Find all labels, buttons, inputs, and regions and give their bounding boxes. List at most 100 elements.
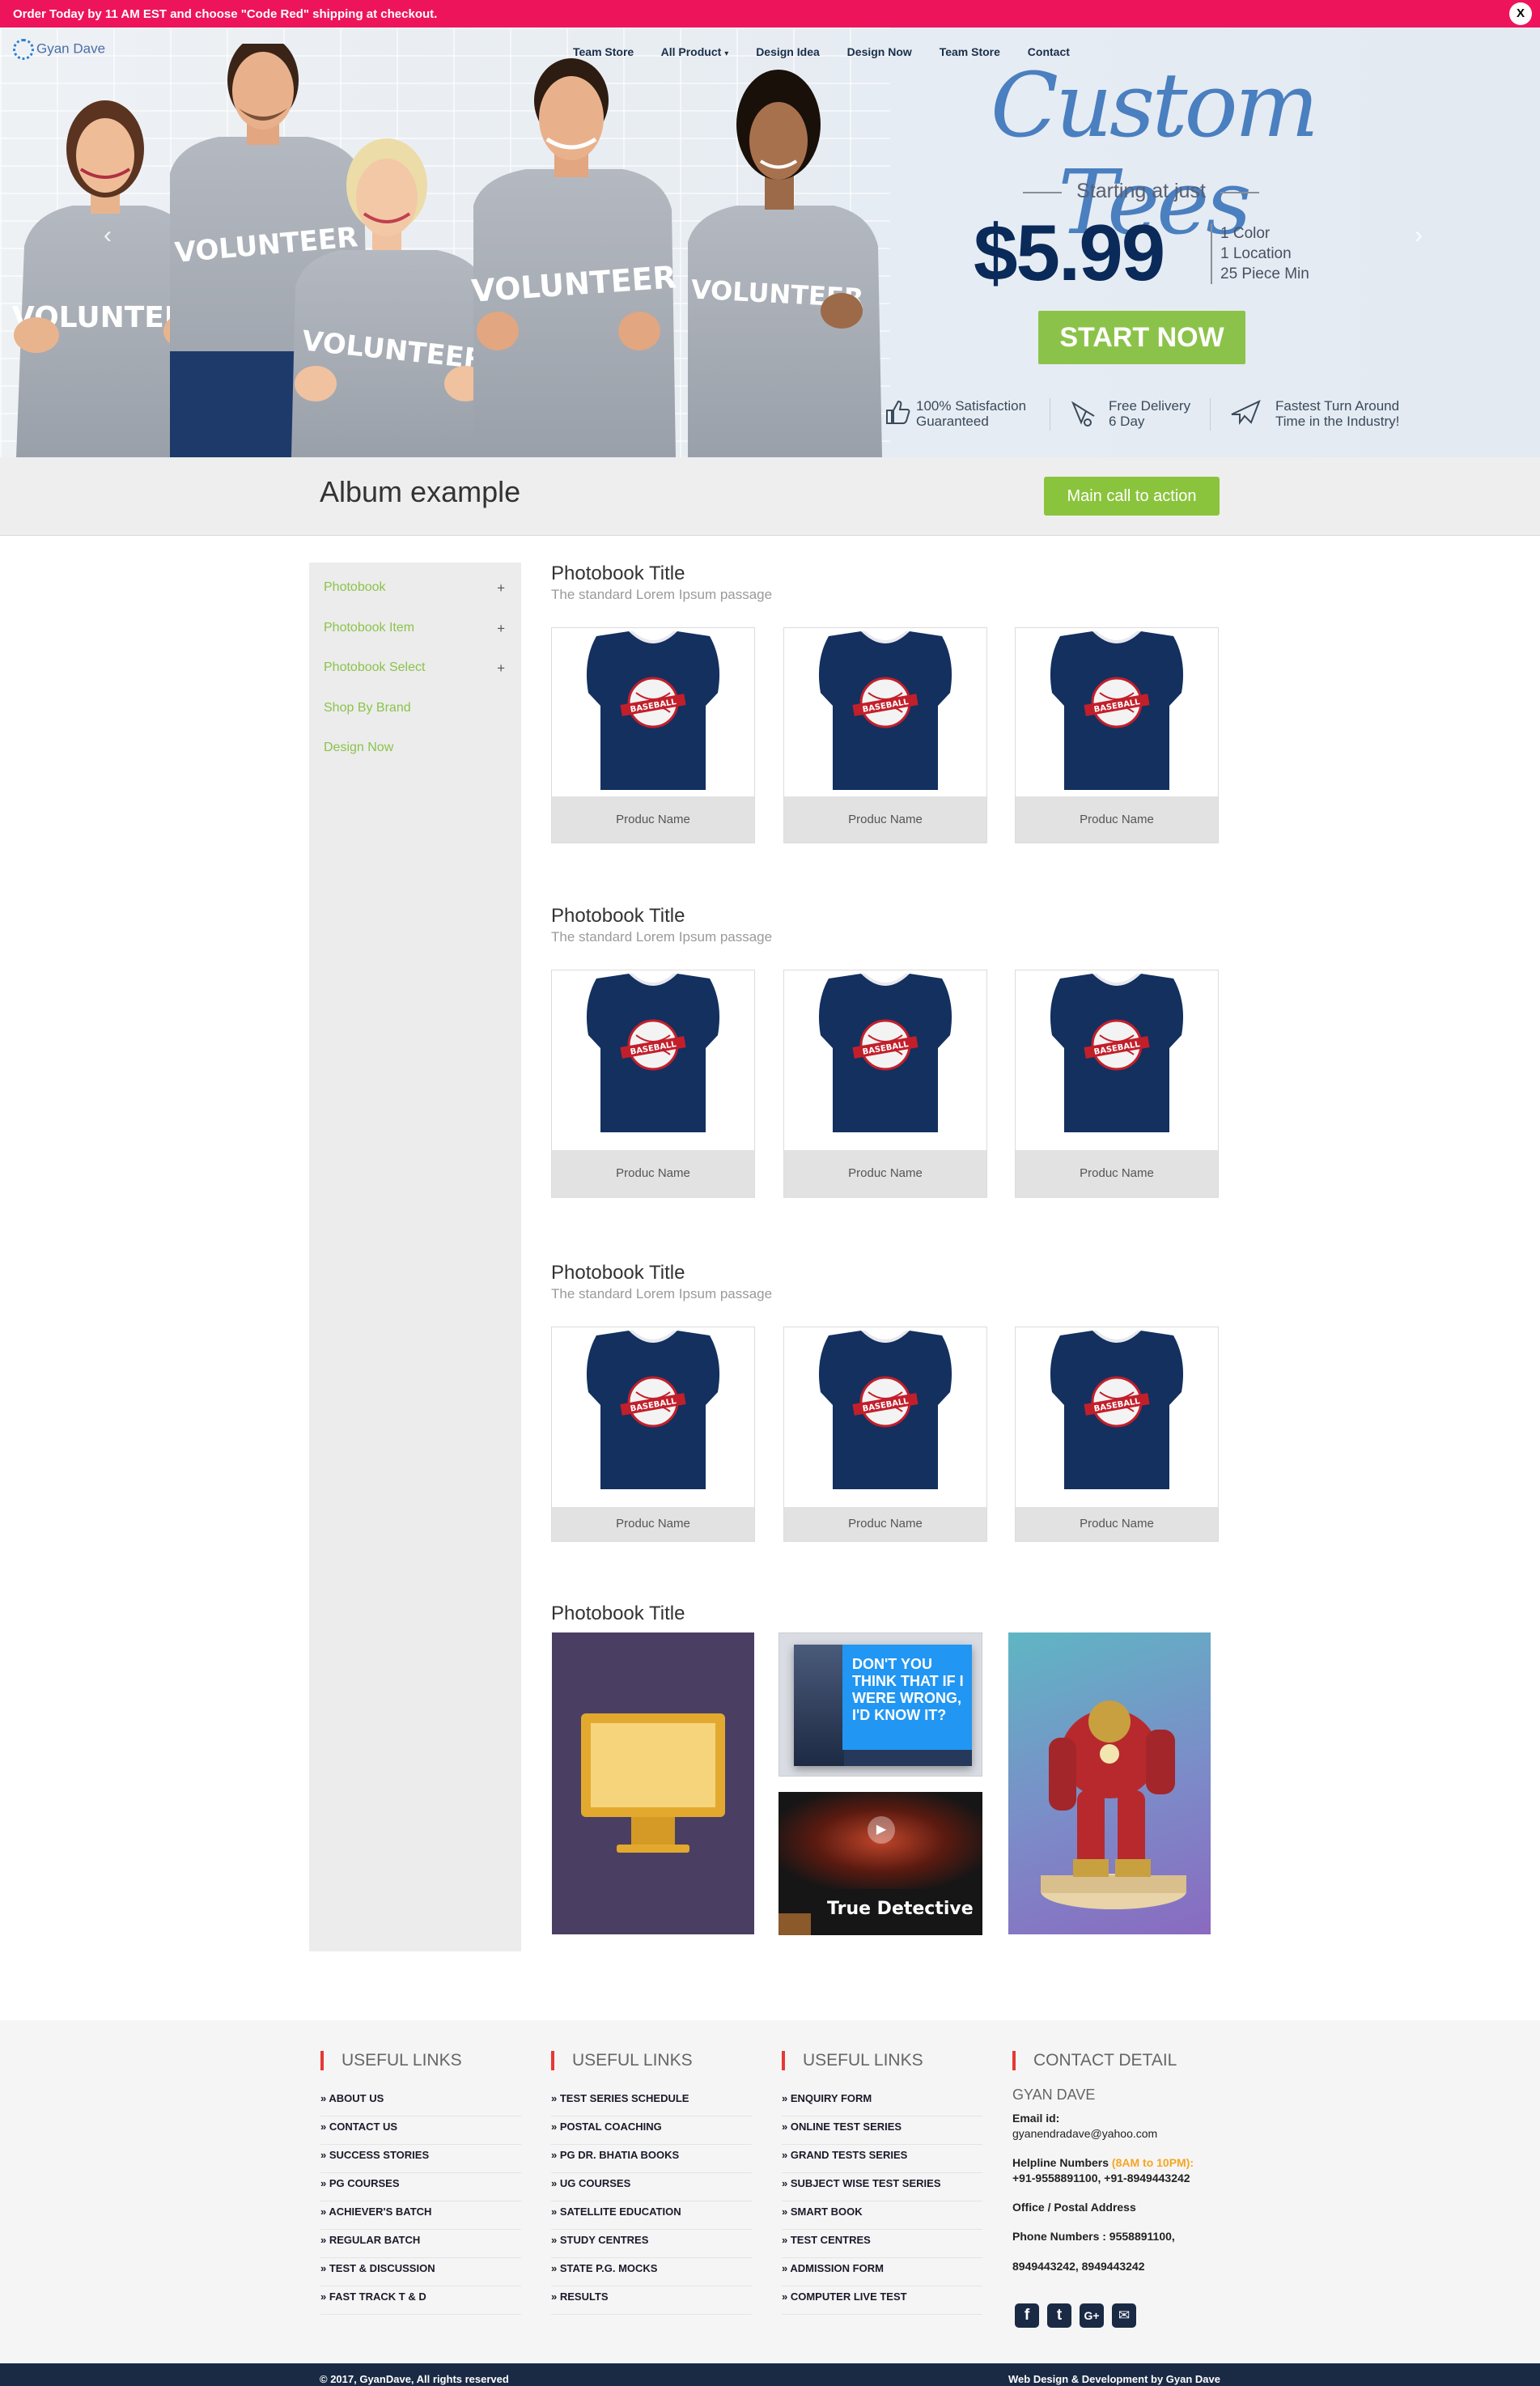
product-image[interactable]: BASEBALL — [784, 628, 986, 796]
contact-email-block: Email id: gyanendradave@yahoo.com — [1012, 2111, 1223, 2142]
footer-link[interactable]: » COMPUTER LIVE TEST — [782, 2286, 982, 2315]
sidebar-item-photobook-item[interactable]: Photobook Item + — [324, 621, 505, 637]
google-plus-icon[interactable]: G+ — [1080, 2303, 1104, 2328]
sidebar-item-design-now[interactable]: Design Now — [324, 741, 505, 755]
footer-link[interactable]: » FAST TRACK T & D — [320, 2286, 521, 2315]
product-image[interactable]: BASEBALL — [1016, 1327, 1218, 1507]
sidebar-item-photobook-select[interactable]: Photobook Select + — [324, 660, 505, 677]
footer-links-column-2: USEFUL LINKS » TEST SERIES SCHEDULE» POS… — [551, 2050, 752, 2315]
footer-link[interactable]: » TEST CENTRES — [782, 2230, 982, 2258]
sidebar-item-label: Photobook Item — [324, 621, 415, 635]
facebook-icon[interactable]: f — [1015, 2303, 1039, 2328]
footer-heading: USEFUL LINKS — [320, 2050, 521, 2071]
gallery-tile-figure[interactable] — [1008, 1632, 1211, 1934]
close-button[interactable]: X — [1509, 2, 1532, 25]
expand-icon[interactable]: + — [497, 660, 505, 677]
carousel-prev-icon[interactable]: ‹ — [104, 222, 112, 249]
person-5: VOLUNTEER — [688, 70, 882, 457]
caret-down-icon: ▾ — [724, 49, 729, 58]
email-label: Email id: — [1012, 2112, 1060, 2125]
product-name[interactable]: Produc Name — [1016, 796, 1218, 843]
sidebar-item-shop-by-brand[interactable]: Shop By Brand — [324, 701, 505, 715]
product-name[interactable]: Produc Name — [784, 1507, 986, 1541]
person-4: VOLUNTEER — [470, 58, 677, 457]
product-image[interactable]: BASEBALL — [784, 1327, 986, 1507]
gallery-tile-quote[interactable]: DON'T YOU THINK THAT IF I WERE WRONG, I'… — [778, 1632, 982, 1777]
footer-link[interactable]: » ADMISSION FORM — [782, 2258, 982, 2286]
hulkbuster-figure-image — [1041, 1700, 1186, 1909]
footer-link[interactable]: » TEST & DISCUSSION — [320, 2258, 521, 2286]
sidebar-item-label: Photobook Select — [324, 660, 426, 674]
footer-link[interactable]: » ABOUT US — [320, 2088, 521, 2116]
start-now-button[interactable]: START NOW — [1038, 311, 1245, 364]
play-icon[interactable]: ▶ — [868, 1816, 895, 1844]
product-card[interactable]: BASEBALL Produc Name — [783, 1327, 987, 1542]
product-card[interactable]: BASEBALL Produc Name — [551, 970, 755, 1198]
character-portrait — [794, 1645, 844, 1766]
footer-heading: USEFUL LINKS — [551, 2050, 752, 2071]
footer-link[interactable]: » PG DR. BHATIA BOOKS — [551, 2145, 752, 2173]
product-card[interactable]: BASEBALL Produc Name — [1015, 970, 1219, 1198]
footer-link[interactable]: » GRAND TESTS SERIES — [782, 2145, 982, 2173]
footer-link[interactable]: » STUDY CENTRES — [551, 2230, 752, 2258]
footer-link[interactable]: » ACHIEVER'S BATCH — [320, 2201, 521, 2230]
jersey-image: BASEBALL — [1050, 974, 1184, 1132]
footer-link[interactable]: » PG COURSES — [320, 2173, 521, 2201]
product-image[interactable]: BASEBALL — [552, 970, 754, 1150]
product-name[interactable]: Produc Name — [552, 1150, 754, 1197]
carousel-next-icon[interactable]: › — [1415, 222, 1423, 249]
gallery-tile-monitor[interactable] — [552, 1632, 754, 1934]
helpline-numbers: +91-9558891100, +91-8949443242 — [1012, 2172, 1190, 2184]
footer-link[interactable]: » SUBJECT WISE TEST SERIES — [782, 2173, 982, 2201]
twitter-icon[interactable]: t — [1047, 2303, 1071, 2328]
feature-turnaround: Fastest Turn Around Time in the Industry! — [1210, 398, 1399, 431]
product-image[interactable]: BASEBALL — [552, 1327, 754, 1507]
hero-price: $5.99 — [974, 208, 1165, 297]
contact-email[interactable]: gyanendradave@yahoo.com — [1012, 2127, 1157, 2140]
main-call-to-action-button[interactable]: Main call to action — [1044, 477, 1220, 516]
hero-people-image: VOLUNTEER VOLUNTEER VOLUNTEER VOLUNTEER … — [12, 44, 882, 457]
product-image[interactable]: BASEBALL — [1016, 970, 1218, 1150]
footer-link[interactable]: » CONTACT US — [320, 2116, 521, 2145]
expand-icon[interactable]: + — [497, 621, 505, 637]
product-card[interactable]: BASEBALL Produc Name — [783, 627, 987, 843]
product-name[interactable]: Produc Name — [552, 796, 754, 843]
footer-link[interactable]: » SUCCESS STORIES — [320, 2145, 521, 2173]
gallery-tile-video[interactable]: ▶ True Detective — [778, 1792, 982, 1935]
feature-satisfaction-line1: 100% Satisfaction — [916, 398, 1027, 414]
product-image[interactable]: BASEBALL — [1016, 628, 1218, 796]
footer-link[interactable]: » ENQUIRY FORM — [782, 2088, 982, 2116]
nav-design-idea[interactable]: Design Idea — [756, 45, 820, 58]
sidebar-item-photobook[interactable]: Photobook + — [324, 580, 505, 596]
jersey-image: BASEBALL — [1050, 631, 1184, 790]
product-card[interactable]: BASEBALL Produc Name — [551, 1327, 755, 1542]
footer-link[interactable]: » REGULAR BATCH — [320, 2230, 521, 2258]
footer-link[interactable]: » STATE P.G. MOCKS — [551, 2258, 752, 2286]
nav-team-store[interactable]: Team Store — [573, 45, 634, 58]
footer-link[interactable]: » SMART BOOK — [782, 2201, 982, 2230]
footer-link[interactable]: » ONLINE TEST SERIES — [782, 2116, 982, 2145]
price-detail-minimum: 25 Piece Min — [1220, 265, 1309, 282]
product-card[interactable]: BASEBALL Produc Name — [1015, 1327, 1219, 1542]
footer-link[interactable]: » SATELLITE EDUCATION — [551, 2201, 752, 2230]
product-image[interactable]: BASEBALL — [784, 970, 986, 1150]
product-name[interactable]: Produc Name — [784, 1150, 986, 1197]
product-name[interactable]: Produc Name — [552, 1507, 754, 1541]
product-card[interactable]: BASEBALL Produc Name — [551, 627, 755, 843]
expand-icon[interactable]: + — [497, 580, 505, 596]
nav-design-now[interactable]: Design Now — [847, 45, 912, 58]
footer-link[interactable]: » UG COURSES — [551, 2173, 752, 2201]
footer-link[interactable]: » POSTAL COACHING — [551, 2116, 752, 2145]
nav-all-product[interactable]: All Product ▾ — [661, 45, 729, 58]
product-name[interactable]: Produc Name — [1016, 1150, 1218, 1197]
product-image[interactable]: BASEBALL — [552, 628, 754, 796]
product-name[interactable]: Produc Name — [784, 796, 986, 843]
footer-link[interactable]: » TEST SERIES SCHEDULE — [551, 2088, 752, 2116]
email-icon[interactable]: ✉ — [1112, 2303, 1136, 2328]
plane-icon — [1231, 400, 1261, 425]
footer-link[interactable]: » RESULTS — [551, 2286, 752, 2315]
product-name[interactable]: Produc Name — [1016, 1507, 1218, 1541]
product-card[interactable]: BASEBALL Produc Name — [783, 970, 987, 1198]
credit-text[interactable]: Web Design & Development by Gyan Dave — [1008, 2373, 1220, 2385]
product-card[interactable]: BASEBALL Produc Name — [1015, 627, 1219, 843]
